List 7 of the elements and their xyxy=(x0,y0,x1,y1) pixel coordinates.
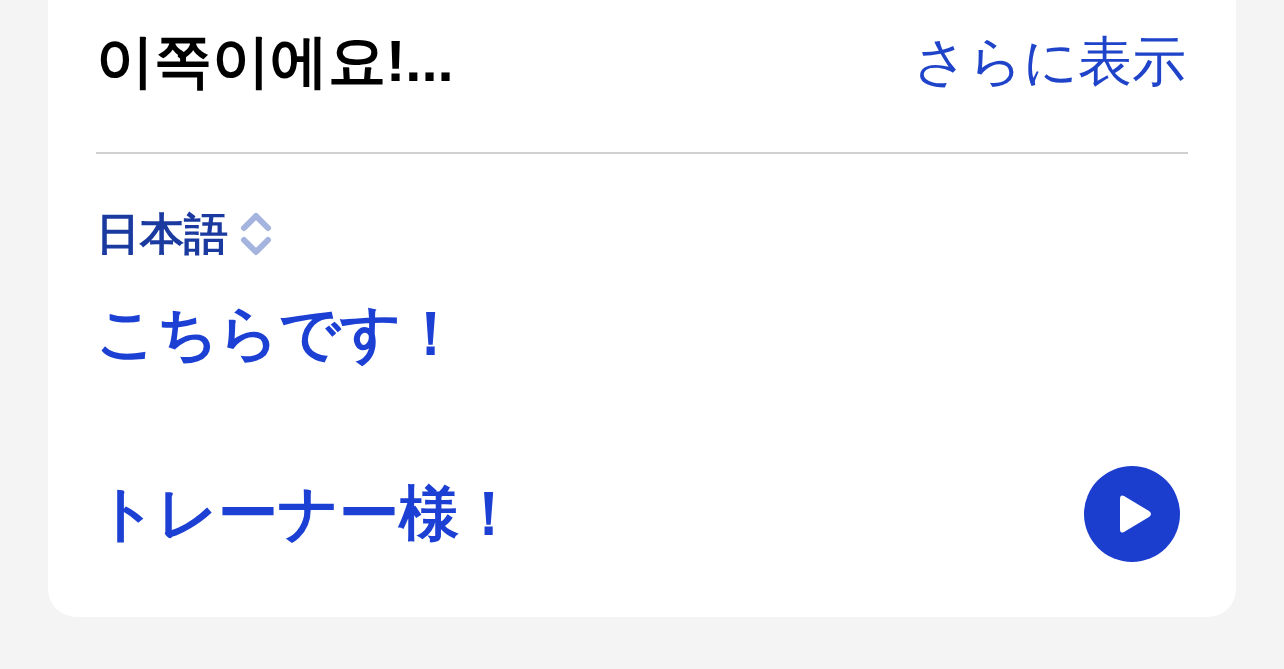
chevron-up-down-icon xyxy=(240,211,272,257)
source-text: 이쪽이에요!... xyxy=(96,32,454,90)
translation-text: こちらです！ xyxy=(96,304,461,364)
play-icon xyxy=(1118,494,1152,534)
show-more-link[interactable]: さらに表示 xyxy=(913,34,1186,88)
language-selector[interactable]: 日本語 xyxy=(96,211,272,257)
translation-text: トレーナー様！ xyxy=(96,484,519,544)
